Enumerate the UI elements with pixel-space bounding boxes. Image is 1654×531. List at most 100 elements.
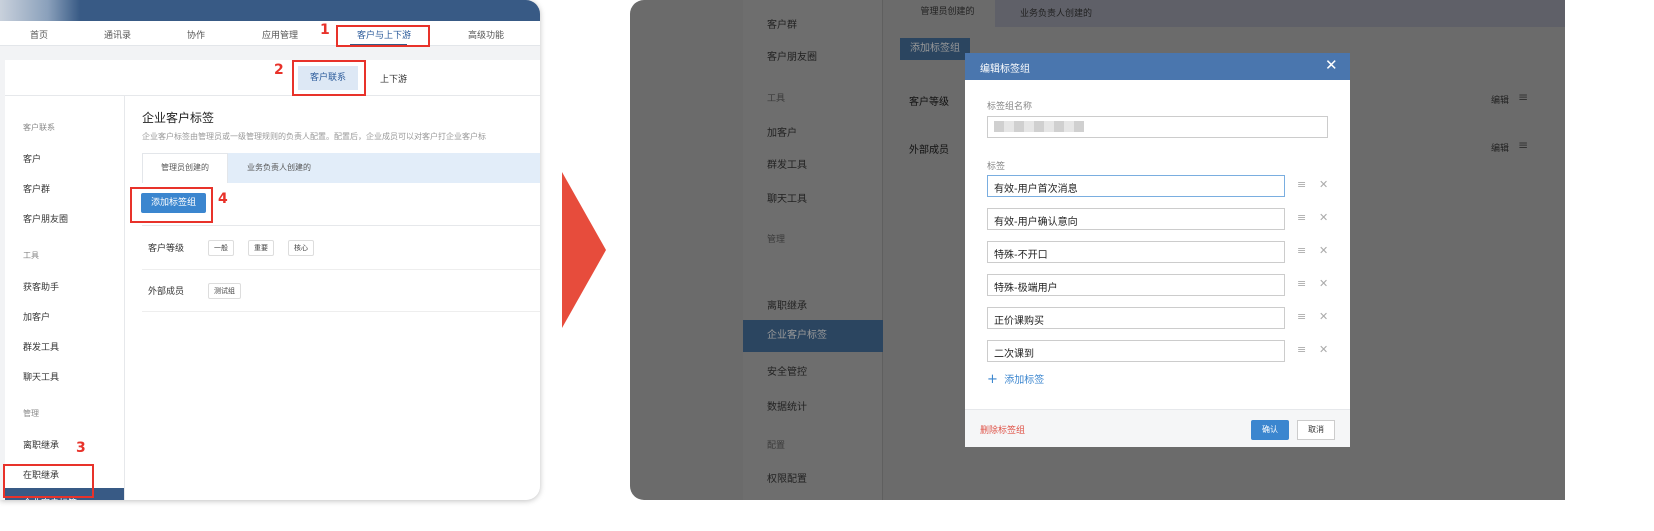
add-tag-group-button[interactable]: 添加标签组 xyxy=(900,38,970,60)
annotation-number: 1 xyxy=(320,22,330,38)
arrow-right-icon xyxy=(562,172,606,328)
annotation-box-4 xyxy=(130,187,213,223)
delete-group-link[interactable]: 删除标签组 xyxy=(980,423,1025,436)
sidebar-section-heading: 工具 xyxy=(23,251,39,260)
sidebar-item[interactable]: 聊天工具 xyxy=(767,190,807,205)
sidebar-item[interactable]: 群发工具 xyxy=(767,156,807,171)
nav-collab[interactable]: 协作 xyxy=(187,28,205,41)
close-icon[interactable]: ✕ xyxy=(1325,56,1338,74)
group-name: 客户等级 xyxy=(148,244,185,254)
sidebar-item[interactable]: 获客助手 xyxy=(23,280,59,293)
admin-console-before: 首页 通讯录 协作 应用管理 客户与上下游 高级功能 1 客户联系 上下游 客户… xyxy=(0,0,540,500)
nav-contacts[interactable]: 通讯录 xyxy=(104,28,131,41)
drag-handle-icon[interactable]: ≡ xyxy=(1518,90,1528,104)
sidebar-item[interactable]: 安全管控 xyxy=(767,363,807,378)
main-nav: 首页 通讯录 协作 应用管理 客户与上下游 高级功能 xyxy=(0,21,540,46)
sidebar-item[interactable]: 权限配置 xyxy=(767,470,807,485)
divider xyxy=(142,269,540,270)
sidebar-item[interactable]: 群发工具 xyxy=(23,340,59,353)
drag-handle-icon[interactable]: ≡ xyxy=(1297,178,1306,191)
add-tag-label: 添加标签 xyxy=(1004,375,1045,386)
redacted-name xyxy=(994,121,1084,132)
remove-tag-icon[interactable]: ✕ xyxy=(1319,277,1328,290)
sidebar-item[interactable]: 聊天工具 xyxy=(23,370,59,383)
group-name-input[interactable] xyxy=(987,116,1328,138)
tab-owner-created[interactable]: 业务负责人创建的 xyxy=(1020,6,1092,19)
group-name: 外部成员 xyxy=(148,287,185,297)
dialog-footer: 删除标签组 确认 取消 xyxy=(965,409,1350,447)
sidebar-item[interactable]: 客户朋友圈 xyxy=(23,212,68,225)
sidebar-item[interactable]: 加客户 xyxy=(23,310,50,323)
sidebar-section-heading: 工具 xyxy=(767,94,786,104)
divider xyxy=(142,225,540,226)
page-title: 企业客户标签 xyxy=(142,111,215,125)
tag-input[interactable]: 有效-用户首次消息 xyxy=(987,175,1285,197)
tab-bar: 管理员创建的 业务负责人创建的 xyxy=(900,0,1565,27)
tag-input[interactable]: 二次课到 xyxy=(987,340,1285,362)
sidebar-item[interactable]: 数据统计 xyxy=(767,398,807,413)
drag-handle-icon[interactable]: ≡ xyxy=(1518,138,1528,152)
nav-apps[interactable]: 应用管理 xyxy=(262,28,298,41)
sidebar-item[interactable]: 客户群 xyxy=(23,182,50,195)
sidebar-item[interactable]: 企业客户标签 xyxy=(743,320,883,352)
annotation-box-3 xyxy=(3,464,94,498)
annotation-number: 4 xyxy=(218,191,228,207)
nav-home[interactable]: 首页 xyxy=(30,28,48,41)
remove-tag-icon[interactable]: ✕ xyxy=(1319,310,1328,323)
tag-chip[interactable]: 一般 xyxy=(208,240,234,256)
subtab-upstream[interactable]: 上下游 xyxy=(380,72,407,85)
drag-handle-icon[interactable]: ≡ xyxy=(1297,277,1306,290)
group-name: 客户等级 xyxy=(909,97,949,108)
group-name-label: 标签组名称 xyxy=(987,102,1033,112)
sidebar-item[interactable]: 加客户 xyxy=(767,124,797,139)
sidebar-section-heading: 管理 xyxy=(767,235,786,245)
sidebar: 客户群客户朋友圈工具加客户群发工具聊天工具管理离职继承在职继承企业客户标签安全管… xyxy=(743,0,883,500)
drag-handle-icon[interactable]: ≡ xyxy=(1297,244,1306,257)
page-description: 企业客户标签由管理员或一级管理规则的负责人配置。配置后，企业成员可以对客户打企业… xyxy=(142,132,486,141)
nav-advanced[interactable]: 高级功能 xyxy=(468,28,504,41)
remove-tag-icon[interactable]: ✕ xyxy=(1319,211,1328,224)
tag-chip[interactable]: 核心 xyxy=(288,240,314,256)
dialog-title: 编辑标签组 xyxy=(980,64,1030,75)
annotation-box-1 xyxy=(336,25,430,47)
sub-tabs: 客户联系 上下游 xyxy=(5,60,540,96)
confirm-button[interactable]: 确认 xyxy=(1251,420,1289,440)
tag-chip[interactable]: 测试组 xyxy=(208,283,241,299)
tags-label: 标签 xyxy=(987,162,1006,172)
plus-icon: + xyxy=(987,372,998,387)
tag-input[interactable]: 有效-用户确认意向 xyxy=(987,208,1285,230)
dialog-header: 编辑标签组 ✕ xyxy=(965,53,1350,80)
tag-input[interactable]: 正价课购买 xyxy=(987,307,1285,329)
sidebar-section-heading: 客户联系 xyxy=(23,123,55,132)
sidebar: 客户联系 客户 客户群 客户朋友圈 工具 获客助手 加客户 群发工具 聊天工具 管理 离职继承 在职继… xyxy=(5,96,125,500)
tab-admin-created[interactable]: 管理员创建的 xyxy=(900,0,995,27)
tab-owner-created[interactable]: 业务负责人创建的 xyxy=(247,162,311,173)
annotation-number: 2 xyxy=(274,62,284,78)
drag-handle-icon[interactable]: ≡ xyxy=(1297,211,1306,224)
remove-tag-icon[interactable]: ✕ xyxy=(1319,244,1328,257)
edit-link[interactable]: 编辑 xyxy=(1491,93,1509,106)
edit-tag-group-dialog: 编辑标签组 ✕ 标签组名称 标签 有效-用户首次消息 ≡ ✕ 有效-用户确认意向 ≡ ✕ 特… xyxy=(965,53,1350,447)
remove-tag-icon[interactable]: ✕ xyxy=(1319,178,1328,191)
sidebar-item[interactable]: 离职继承 xyxy=(767,297,807,312)
tab-bar: 管理员创建的 业务负责人创建的 xyxy=(142,153,540,183)
admin-console-after: 客户群客户朋友圈工具加客户群发工具聊天工具管理离职继承在职继承企业客户标签安全管… xyxy=(630,0,1565,500)
sidebar-item[interactable]: 客户群 xyxy=(767,16,797,31)
cancel-button[interactable]: 取消 xyxy=(1297,420,1335,440)
drag-handle-icon[interactable]: ≡ xyxy=(1297,310,1306,323)
sidebar-item[interactable]: 离职继承 xyxy=(23,438,59,451)
tag-chip[interactable]: 重要 xyxy=(248,240,274,256)
sidebar-section-heading: 配置 xyxy=(767,441,786,451)
tag-input[interactable]: 特殊-极端用户 xyxy=(987,274,1285,296)
annotation-number: 3 xyxy=(76,440,86,456)
annotation-box-2 xyxy=(292,60,366,96)
blurred-logo xyxy=(0,0,80,21)
edit-link[interactable]: 编辑 xyxy=(1491,141,1509,154)
sidebar-item[interactable]: 客户朋友圈 xyxy=(767,48,817,63)
sidebar-item[interactable]: 客户 xyxy=(23,152,41,165)
add-tag-link[interactable]: + 添加标签 xyxy=(987,371,1044,387)
tab-admin-created[interactable]: 管理员创建的 xyxy=(142,153,228,183)
remove-tag-icon[interactable]: ✕ xyxy=(1319,343,1328,356)
drag-handle-icon[interactable]: ≡ xyxy=(1297,343,1306,356)
tag-input[interactable]: 特殊-不开口 xyxy=(987,241,1285,263)
